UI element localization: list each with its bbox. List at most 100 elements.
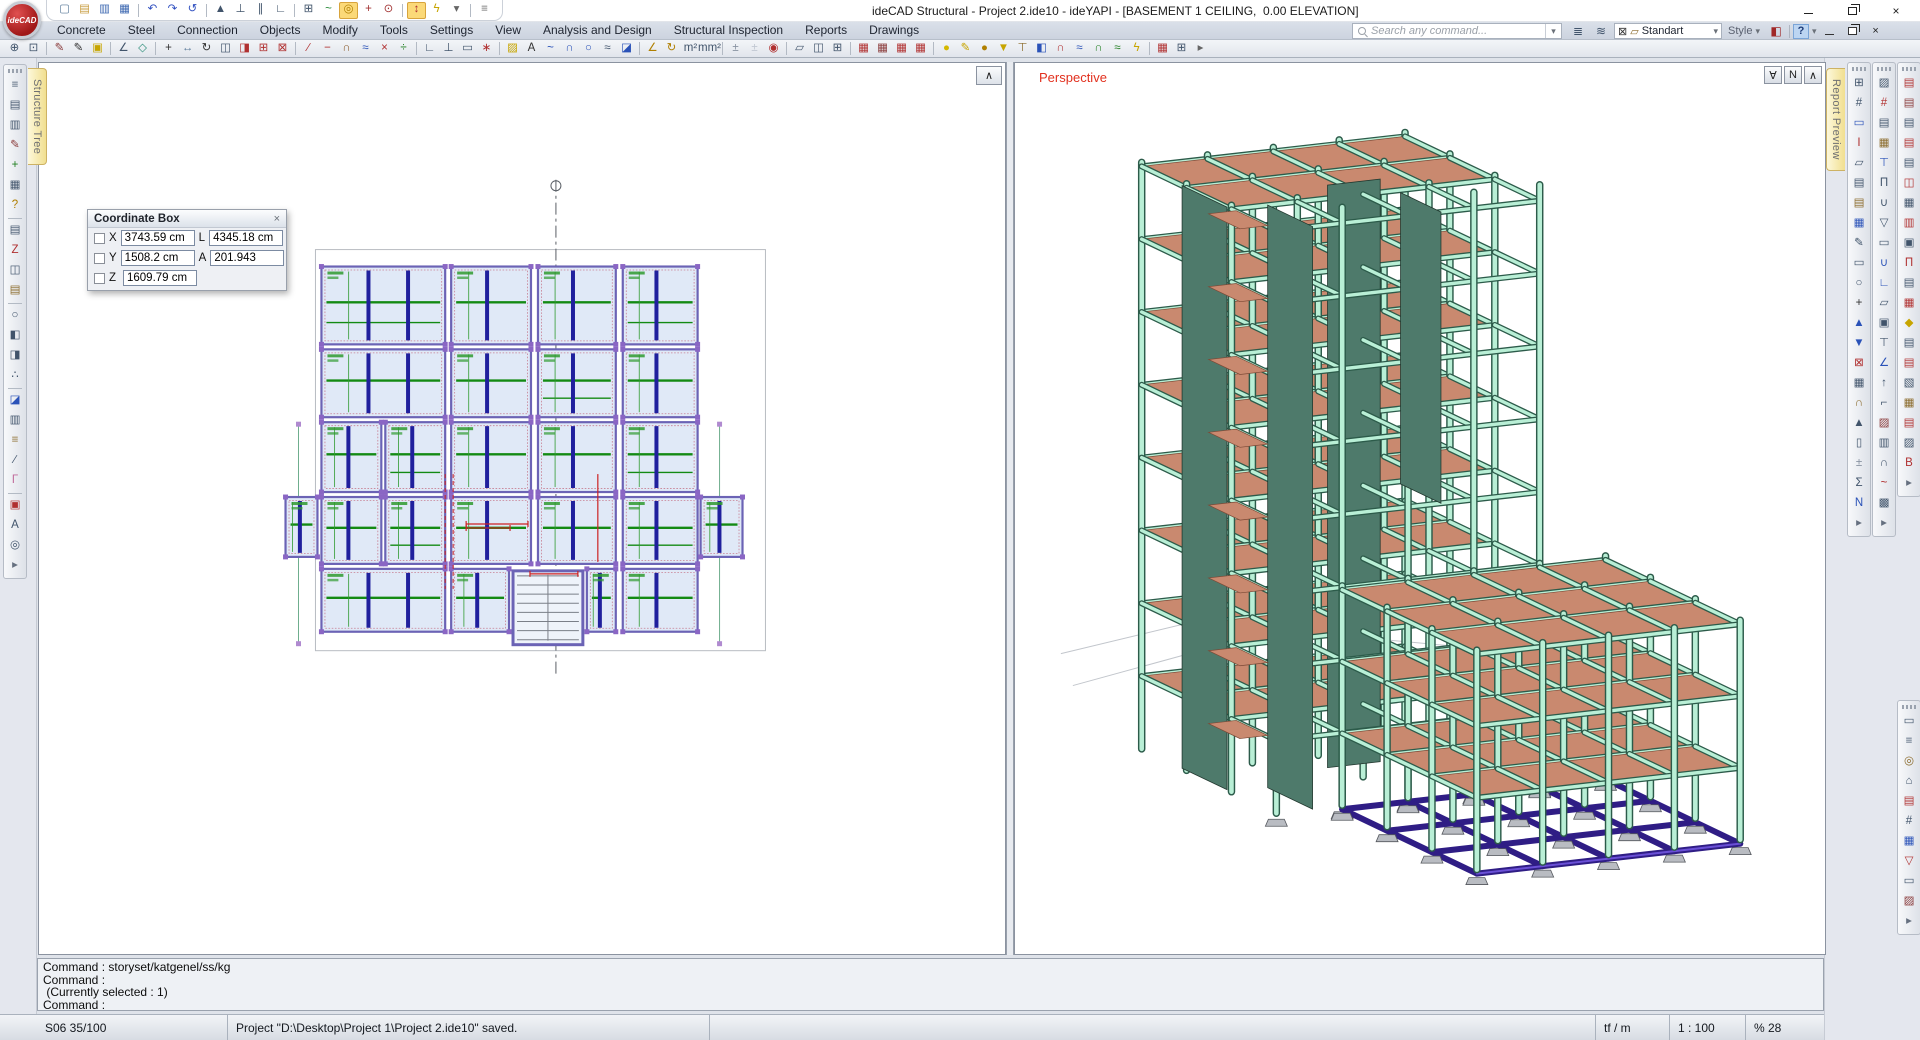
frame-icon[interactable]: ▭ [458,40,477,57]
perspective-view-pane[interactable]: Perspective ∀N∧ [1014,62,1826,955]
steel-profile-icon[interactable]: I [1850,135,1868,153]
cut-tool-icon[interactable]: ⊠ [1850,355,1868,373]
pan-icon[interactable]: ⊕ [5,40,24,57]
corner-join-icon[interactable]: ∟ [420,40,439,57]
trim-icon[interactable]: ∕ [299,40,318,57]
sum-tool-icon[interactable]: Σ [1850,475,1868,493]
circle-icon[interactable]: ○ [579,40,598,57]
parallel-snap-icon[interactable]: ∥ [251,2,270,19]
menu-concrete[interactable]: Concrete [46,22,117,40]
axis-tool-icon[interactable]: # [1850,95,1868,113]
deselect-icon[interactable]: ▥ [6,117,24,135]
add-node-icon[interactable]: + [6,157,24,175]
structure-tree-tab[interactable]: Structure Tree [28,68,47,165]
beam-list-icon[interactable]: ▤ [1900,793,1918,811]
report-preview-tab[interactable]: Report Preview [1826,68,1845,171]
new-window-icon[interactable]: ▱ [790,40,809,57]
tile-windows-icon[interactable]: ⊞ [828,40,847,57]
mm-dim-icon[interactable]: mm² [700,40,719,57]
net-list-icon[interactable]: ▦ [1900,833,1918,851]
y-coordinate-field[interactable] [121,250,195,266]
table-tool-icon[interactable]: ▦ [1850,215,1868,233]
storey-section-icon[interactable]: ▥ [6,412,24,430]
arch-tool-icon[interactable]: ∩ [1850,395,1868,413]
right-dock-collapse-2-icon[interactable]: ▸ [1875,515,1893,533]
left-dock-collapse-icon[interactable]: ▸ [6,557,24,575]
view-nav-button-2[interactable]: ∧ [1804,66,1822,84]
hatch-object-icon[interactable]: ◪ [6,392,24,410]
radius-dim-icon[interactable]: ↻ [662,40,681,57]
layer-list-icon[interactable]: ≣ [1568,23,1588,39]
slab-tool-icon[interactable]: ⊞ [1850,75,1868,93]
corner-snap-icon[interactable]: ∟ [271,2,290,19]
report-doc-icon[interactable]: ▤ [6,222,24,240]
duplicate-icon[interactable]: ◧ [6,327,24,345]
axis-grid-icon[interactable]: # [1875,95,1893,113]
light-icon[interactable]: ● [937,40,956,57]
paste-floor-icon[interactable]: ▤ [1850,195,1868,213]
axial-diagram-icon[interactable]: ∩ [1089,40,1108,57]
wizard-icon[interactable]: ✎ [956,40,975,57]
dock-grip[interactable] [1877,67,1891,71]
layer-stack-icon[interactable]: ≋ [1591,23,1611,39]
truss-tool-icon[interactable]: ▲ [1850,415,1868,433]
menu-structural-inspection[interactable]: Structural Inspection [663,22,794,40]
fence2-tool-icon[interactable]: ▥ [1875,435,1893,453]
angle-dim-icon[interactable]: ∠ [643,40,662,57]
panel-tool-icon[interactable]: ▭ [1850,255,1868,273]
assign-icon[interactable]: ◧ [1032,40,1051,57]
rebar-report-icon[interactable]: ▥ [1900,215,1918,233]
order-icon[interactable]: ◨ [6,347,24,365]
dock-grip[interactable] [1852,67,1866,71]
lower-tool-icon[interactable]: ▼ [1850,335,1868,353]
curve-tool-icon[interactable]: ~ [1875,475,1893,493]
menu-analysis-and-design[interactable]: Analysis and Design [532,22,663,40]
list-report-icon[interactable]: ≡ [1900,733,1918,751]
section-icon[interactable]: Z [6,242,24,260]
steel-report-icon[interactable]: ▤ [1900,95,1918,113]
select-cursor-icon[interactable]: ▲ [211,2,230,19]
help-icon[interactable]: ? [1793,24,1809,39]
select-similar-icon[interactable]: ▤ [6,97,24,115]
revert-icon[interactable]: ↺ [183,2,202,19]
coordinate-box-close-icon[interactable]: × [274,213,280,225]
analyze-dropdown-icon[interactable]: ▾ [447,2,466,19]
pane-splitter[interactable] [1006,62,1014,955]
joint-report-icon[interactable]: ▤ [1900,415,1918,433]
plan-view-pane[interactable]: ∧ Coordinate Box × X L Y A [38,62,1006,955]
sheet-tool-icon[interactable]: ▯ [1850,435,1868,453]
midpoint-snap-icon[interactable]: + [359,2,378,19]
hammer-icon[interactable]: ⊤ [1013,40,1032,57]
length-field[interactable] [209,230,283,246]
box-section-tool-icon[interactable]: ▣ [1875,315,1893,333]
mdi-minimize-button[interactable] [1820,24,1840,39]
grid-snap-icon[interactable]: ⊞ [299,2,318,19]
node-tool-icon[interactable]: + [1850,295,1868,313]
qat-overflow-icon[interactable]: ≡ [475,2,494,19]
menu-steel[interactable]: Steel [117,22,166,40]
camera-icon[interactable]: ◉ [764,40,783,57]
column-schedule-icon[interactable]: Π [1900,255,1918,273]
moment-diagram-icon[interactable]: ∩ [1051,40,1070,57]
cone-section-tool-icon[interactable]: ▽ [1875,215,1893,233]
move-object-icon[interactable]: ○ [6,307,24,325]
what-is-icon[interactable]: ? [6,197,24,215]
copy-floor-icon[interactable]: ▤ [1850,175,1868,193]
new-file-icon[interactable]: ▢ [55,2,74,19]
right-dock-collapse-1-icon[interactable]: ▸ [1850,515,1868,533]
paint-icon[interactable]: ◪ [617,40,636,57]
pick-table-icon[interactable]: ▦ [6,177,24,195]
path-snap-icon[interactable]: ~ [319,2,338,19]
region-tool-icon[interactable]: ▱ [1850,155,1868,173]
cascade-windows-icon[interactable]: ◫ [809,40,828,57]
probe-icon[interactable]: ▼ [994,40,1013,57]
analyze-icon[interactable]: ϟ [427,2,446,19]
opening-tool-icon[interactable]: ○ [1850,275,1868,293]
paste-icon[interactable]: ▤ [6,282,24,300]
rotate-icon[interactable]: ↻ [197,40,216,57]
edit-object-icon[interactable]: ✎ [6,137,24,155]
dome-tool-icon[interactable]: ∩ [1875,455,1893,473]
compass-icon[interactable]: ∠ [114,40,133,57]
polyline-icon[interactable]: ◇ [133,40,152,57]
explode-icon[interactable]: ∗ [477,40,496,57]
